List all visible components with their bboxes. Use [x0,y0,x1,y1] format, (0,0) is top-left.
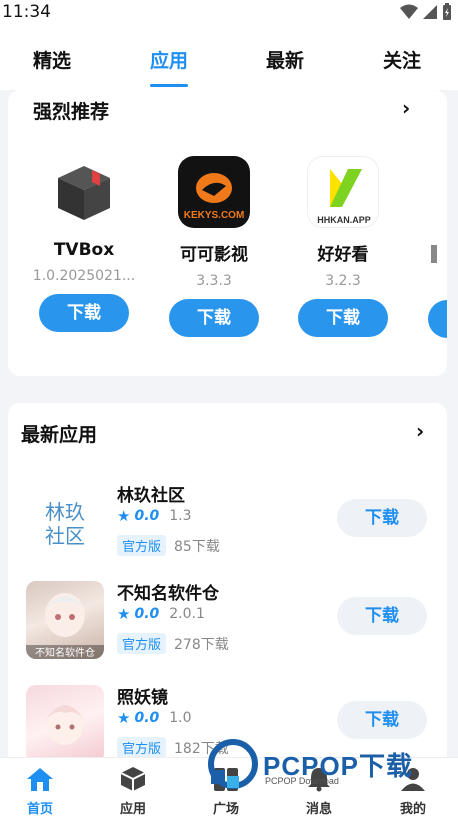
app-version: 1.3 [169,508,192,524]
app-name: 可可影视 [180,245,248,265]
app-rating: ★ 0.0 1.3 [117,507,192,525]
cube-icon [120,767,146,791]
app-version: 3.2.3 [325,273,361,289]
recommend-app-haohaokan[interactable]: HHKAN.APP 好好看 3.2.3 下载 [283,156,403,337]
home-icon [27,768,53,791]
status-bar: 11:34 [0,0,458,26]
app-meta: 官方版 278下载 [117,633,229,654]
top-tabs: 精选 应用 最新 关注 [0,26,458,90]
partial-download-button[interactable] [428,300,447,338]
download-button[interactable]: 下载 [337,499,427,537]
rating-score: 0.0 [134,508,160,524]
app-version: 1.0 [169,710,192,726]
app-meta: 官方版 85下载 [117,535,220,556]
battery-icon [443,3,451,20]
star-icon: ★ [117,709,131,727]
nav-me[interactable]: 我的 [383,766,443,817]
user-icon [401,768,425,791]
nav-label: 我的 [399,802,426,817]
recommend-app-partial[interactable] [428,300,447,340]
app-name: 照妖镜 [117,688,168,708]
latest-more-chevron-icon[interactable]: › [416,419,424,443]
signal-icon [423,5,437,19]
partial-app-name [431,245,437,263]
nav-apps[interactable]: 应用 [103,766,163,817]
recommend-title: 强烈推荐 [33,101,110,123]
app-rating: ★ 0.0 2.0.1 [117,605,205,623]
svg-text:林玖: 林玖 [45,500,85,524]
star-icon: ★ [117,605,131,623]
download-count: 85下载 [174,538,220,555]
svg-text:不知名软件仓: 不知名软件仓 [35,646,95,659]
tvbox-app-icon [48,156,120,228]
recommend-more-chevron-icon[interactable]: › [402,96,410,120]
svg-text:KEKYS.COM: KEKYS.COM [184,210,245,221]
svg-text:HHKAN.APP: HHKAN.APP [317,215,371,225]
nav-label: 消息 [305,802,332,817]
recommend-app-tvbox[interactable]: TVBox 1.0.2025021... 下载 [24,156,144,332]
app-name: 林玖社区 [117,486,185,506]
square-icon [214,768,238,791]
keke-app-icon: KEKYS.COM [178,156,250,228]
app-name: TVBox [53,240,115,260]
latest-title: 最新应用 [21,424,98,446]
wifi-icon [400,4,418,19]
download-button[interactable]: 下载 [39,294,129,332]
tab-featured[interactable]: 精选 [33,46,71,73]
star-icon: ★ [117,507,131,525]
nav-label: 应用 [119,802,146,817]
app-version: 1.0.2025021... [32,268,136,284]
app-thumbnail [26,685,104,763]
rating-score: 0.0 [134,710,160,726]
app-thumbnail: 不知名软件仓 [26,581,104,659]
download-button[interactable]: 下载 [169,299,259,337]
status-icons [400,3,452,21]
nav-label: 首页 [26,802,53,817]
app-name: 好好看 [317,245,369,265]
download-button[interactable]: 下载 [298,299,388,337]
app-meta: 官方版 182下载 [117,737,229,758]
download-count: 278下载 [174,636,229,653]
tab-latest[interactable]: 最新 [266,46,304,73]
list-item[interactable]: 林玖 社区 林玖社区 ★ 0.0 1.3 官方版 85下载 下载 [8,483,447,583]
app-name: 不知名软件仓 [117,584,219,604]
download-button[interactable]: 下载 [337,701,427,739]
app-version: 3.3.3 [196,273,232,289]
status-time: 11:34 [2,2,51,22]
tab-apps[interactable]: 应用 [150,46,188,73]
download-button[interactable]: 下载 [337,597,427,635]
nav-messages[interactable]: 消息 [289,766,349,817]
nav-square[interactable]: 广场 [196,766,256,817]
bell-icon [308,768,330,792]
svg-text:社区: 社区 [45,524,85,548]
rating-score: 0.0 [134,606,160,622]
recommend-app-keke[interactable]: KEKYS.COM 可可影视 3.3.3 下载 [154,156,274,337]
list-item[interactable]: 不知名软件仓 不知名软件仓 ★ 0.0 2.0.1 官方版 278下载 下载 [8,581,447,681]
recommend-card: 强烈推荐 › TVBox 1.0.2025021... 下载 KEKYS.COM… [8,90,447,376]
haohaokan-app-icon: HHKAN.APP [307,156,379,228]
app-thumbnail: 林玖 社区 [26,483,104,561]
app-rating: ★ 0.0 1.0 [117,709,192,727]
app-version: 2.0.1 [169,606,205,622]
tab-follow[interactable]: 关注 [383,46,421,73]
official-badge: 官方版 [117,737,167,758]
official-badge: 官方版 [117,535,167,556]
active-tab-indicator [150,84,188,87]
nav-label: 广场 [212,802,239,817]
download-count: 182下载 [174,740,229,757]
bottom-nav: 首页 应用 广场 消息 我的 [0,757,458,821]
nav-home[interactable]: 首页 [10,766,70,817]
official-badge: 官方版 [117,633,167,654]
